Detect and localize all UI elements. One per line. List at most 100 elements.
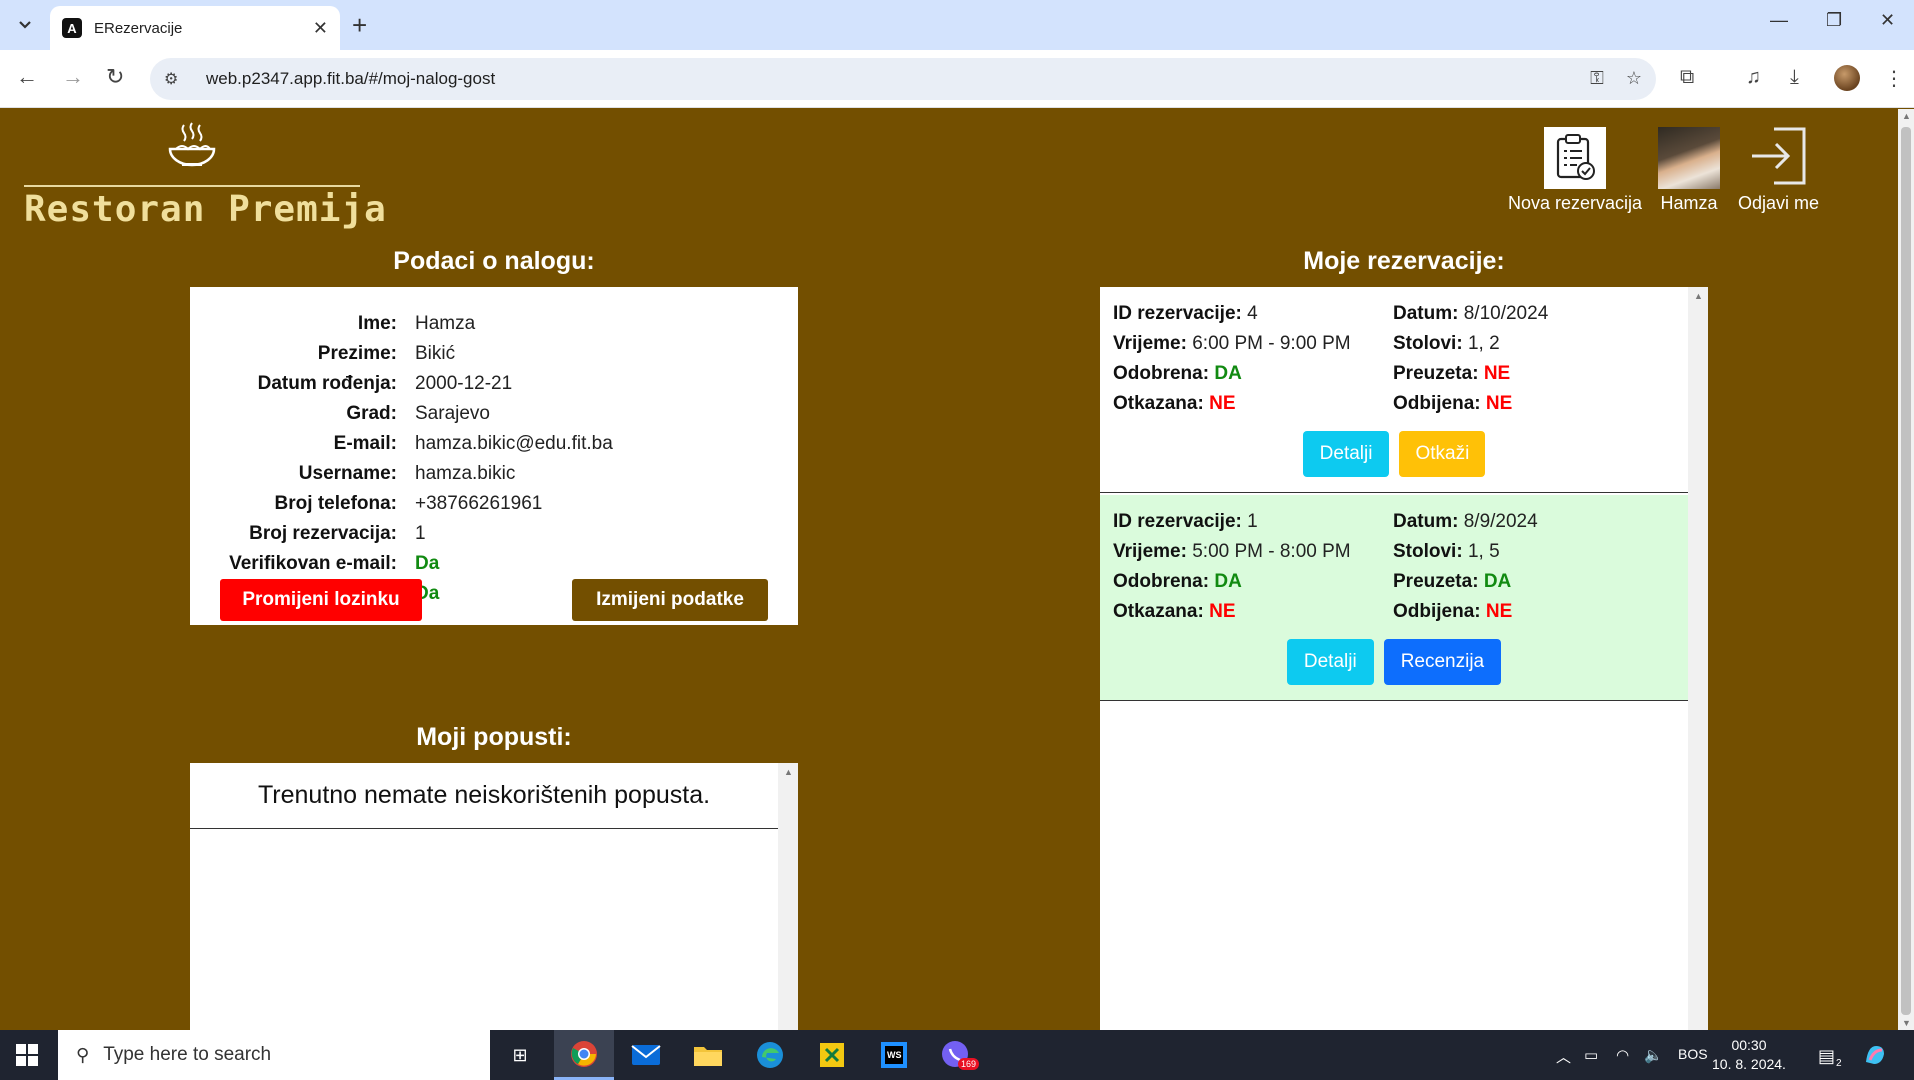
reservation-details: ID rezervacije: 4 Datum: 8/10/2024 Vrijeme… bbox=[1113, 299, 1673, 419]
discounts-list: Trenutno nemate neiskorištenih popusta. … bbox=[190, 763, 798, 1030]
download-icon[interactable]: ⤓ bbox=[1790, 66, 1799, 89]
address-bar[interactable]: ⚙ web.p2347.app.fit.ba/#/moj-nalog-gost … bbox=[150, 58, 1656, 100]
taskbar-clock[interactable]: 00:30 10. 8. 2024. bbox=[1712, 1036, 1786, 1074]
change-password-button[interactable]: Promijeni lozinku bbox=[220, 579, 422, 621]
new-tab-button[interactable]: + bbox=[352, 10, 367, 40]
bookmark-star-icon[interactable]: ☆ bbox=[1626, 68, 1642, 89]
page-scroll-thumb[interactable] bbox=[1901, 127, 1911, 1015]
nav-user-label: Hamza bbox=[1660, 193, 1718, 213]
chrome-taskbar-icon[interactable] bbox=[554, 1030, 614, 1080]
taskbar-search[interactable]: ⚲ Type here to search bbox=[58, 1030, 490, 1080]
reservation-row: Otkazana: NE Odbijena: NE bbox=[1113, 597, 1673, 627]
reservation-field-label: Odbijena: bbox=[1393, 393, 1481, 414]
browser-menu-icon[interactable]: ⋮ bbox=[1884, 66, 1904, 91]
scroll-up-arrow-icon[interactable]: ▲ bbox=[784, 767, 793, 777]
nav-logout[interactable]: Odjavi me bbox=[1738, 123, 1819, 214]
language-indicator[interactable]: BOS bbox=[1678, 1046, 1708, 1062]
site-info-icon[interactable]: ⚙ bbox=[164, 69, 192, 89]
reservation-field-value: NE bbox=[1209, 393, 1236, 414]
extensions-icon[interactable]: ⧉ bbox=[1680, 66, 1694, 89]
reservations-scrollbar[interactable]: ▲ bbox=[1688, 287, 1708, 1030]
windows-start-icon[interactable] bbox=[16, 1044, 38, 1066]
reservation-row: Otkazana: NE Odbijena: NE bbox=[1113, 389, 1673, 419]
wifi-icon[interactable]: ◠ bbox=[1616, 1046, 1629, 1064]
account-row: Prezime: Bikić bbox=[190, 339, 798, 369]
account-row: Username: hamza.bikic bbox=[190, 459, 798, 489]
nav-user-profile[interactable]: Hamza bbox=[1658, 127, 1720, 214]
cancel-reservation-button[interactable]: Otkaži bbox=[1399, 431, 1486, 477]
reservation-field: Otkazana: NE bbox=[1113, 393, 1393, 415]
volume-icon[interactable]: 🔈 bbox=[1644, 1046, 1663, 1064]
account-field-label: Broj telefona: bbox=[274, 493, 397, 514]
account-field-value: 2000-12-21 bbox=[415, 373, 513, 394]
account-row: Verifikovan e-mail: Da bbox=[190, 549, 798, 579]
account-field-label: Broj rezervacija: bbox=[249, 523, 397, 544]
mail-taskbar-icon[interactable] bbox=[616, 1030, 676, 1080]
excel-addin-taskbar-icon[interactable] bbox=[802, 1030, 862, 1080]
account-row: Broj telefona: +38766261961 bbox=[190, 489, 798, 519]
password-key-icon[interactable]: ⚿ bbox=[1590, 68, 1604, 89]
page-scroll-up-icon[interactable]: ▲ bbox=[1902, 111, 1911, 121]
scroll-up-arrow-icon[interactable]: ▲ bbox=[1694, 291, 1703, 301]
no-discounts-message: Trenutno nemate neiskorištenih popusta. bbox=[190, 763, 778, 829]
discounts-scrollbar[interactable]: ▲ bbox=[778, 763, 798, 1030]
nav-new-reservation[interactable]: Nova rezervacija bbox=[1508, 127, 1642, 214]
notification-count: 2 bbox=[1836, 1058, 1842, 1069]
file-explorer-taskbar-icon[interactable] bbox=[678, 1030, 738, 1080]
account-row: Grad: Sarajevo bbox=[190, 399, 798, 429]
close-window-icon[interactable]: ✕ bbox=[1880, 10, 1895, 31]
reservation-field: Datum: 8/9/2024 bbox=[1393, 511, 1673, 533]
reservation-field-label: Preuzeta: bbox=[1393, 571, 1479, 592]
restore-icon[interactable]: ❐ bbox=[1826, 10, 1842, 31]
page-scrollbar[interactable]: ▲ ▼ bbox=[1898, 109, 1914, 1030]
reservation-field-value: DA bbox=[1214, 363, 1242, 384]
page-scroll-down-icon[interactable]: ▼ bbox=[1902, 1018, 1911, 1028]
webstorm-taskbar-icon[interactable]: WS bbox=[864, 1030, 924, 1080]
review-button[interactable]: Recenzija bbox=[1383, 639, 1502, 685]
reservation-row: Vrijeme: 6:00 PM - 9:00 PM Stolovi: 1, 2 bbox=[1113, 329, 1673, 359]
media-control-icon[interactable]: ♫ bbox=[1746, 66, 1761, 89]
food-bowl-icon bbox=[168, 122, 216, 167]
account-field-label: Username: bbox=[298, 463, 397, 484]
nav-logout-label: Odjavi me bbox=[1738, 193, 1820, 213]
minimize-icon[interactable]: — bbox=[1770, 10, 1788, 31]
reservation-details: ID rezervacije: 1 Datum: 8/9/2024 Vrijeme:… bbox=[1113, 507, 1673, 627]
copilot-icon[interactable] bbox=[1862, 1042, 1888, 1072]
tab-title: ERezervacije bbox=[94, 19, 183, 37]
reservation-row: Odobrena: DA Preuzeta: NE bbox=[1113, 359, 1673, 389]
edit-data-button[interactable]: Izmijeni podatke bbox=[572, 579, 768, 621]
reservation-row: ID rezervacije: 4 Datum: 8/10/2024 bbox=[1113, 299, 1673, 329]
reservation-field-value: NE bbox=[1483, 363, 1511, 384]
back-icon[interactable]: ← bbox=[16, 64, 38, 90]
reservation-field: Vrijeme: 5:00 PM - 8:00 PM bbox=[1113, 541, 1393, 563]
account-row: Broj rezervacija: 1 bbox=[190, 519, 798, 549]
reload-icon[interactable]: ↻ bbox=[106, 64, 124, 90]
profile-avatar[interactable] bbox=[1834, 65, 1860, 91]
taskbar-search-placeholder: Type here to search bbox=[103, 1044, 272, 1065]
task-view-icon[interactable]: ⊞ bbox=[490, 1030, 550, 1080]
viber-taskbar-icon[interactable]: 169 bbox=[926, 1030, 986, 1080]
reservation-field: Odobrena: DA bbox=[1113, 363, 1393, 385]
reservation-field: Odbijena: NE bbox=[1393, 601, 1673, 623]
reservation-field: Stolovi: 1, 2 bbox=[1393, 333, 1673, 355]
notification-center-icon[interactable]: ▤ bbox=[1818, 1046, 1835, 1067]
browser-tab[interactable]: A ERezervacije ✕ bbox=[50, 6, 340, 50]
reservation-field-value: 1, 2 bbox=[1467, 333, 1500, 354]
tab-close-icon[interactable]: ✕ bbox=[313, 18, 328, 39]
reservation-field-label: Preuzeta: bbox=[1393, 363, 1479, 384]
tray-overflow-icon[interactable]: ︿ bbox=[1556, 1046, 1571, 1067]
details-button[interactable]: Detalji bbox=[1286, 639, 1374, 685]
forward-icon[interactable]: → bbox=[62, 64, 84, 90]
discounts-section-title: Moji popusti: bbox=[416, 723, 572, 751]
reservation-field-label: Otkazana: bbox=[1113, 601, 1204, 622]
reservation-field-label: Vrijeme: bbox=[1113, 541, 1187, 562]
reservation-field-value: 6:00 PM - 9:00 PM bbox=[1192, 333, 1351, 354]
tab-search-chevron-icon[interactable] bbox=[8, 8, 42, 42]
edge-taskbar-icon[interactable] bbox=[740, 1030, 800, 1080]
battery-icon[interactable]: ▭ bbox=[1584, 1046, 1598, 1064]
details-button[interactable]: Detalji bbox=[1302, 431, 1390, 477]
reservation-field-label: ID rezervacije: bbox=[1113, 511, 1242, 532]
account-row: Ime: Hamza bbox=[190, 309, 798, 339]
reservations-list: ID rezervacije: 1 Datum: 8/9/2024 Vrijeme:… bbox=[1100, 287, 1708, 1030]
url-text[interactable]: web.p2347.app.fit.ba/#/moj-nalog-gost bbox=[206, 69, 495, 89]
